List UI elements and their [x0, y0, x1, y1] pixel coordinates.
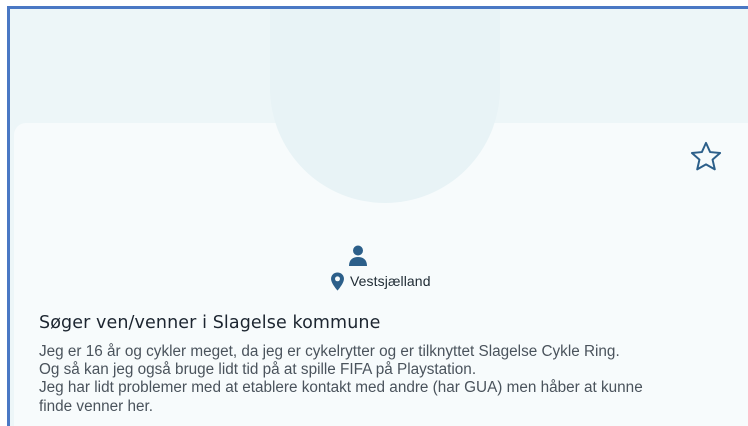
- location-label: Vestsjælland: [350, 273, 431, 289]
- description-line: Jeg er 16 år og cykler meget, da jeg er …: [39, 343, 620, 360]
- profile-description: Jeg er 16 år og cykler meget, da jeg er …: [39, 343, 739, 416]
- description-line: Og så kan jeg også bruge lidt tid på at …: [39, 361, 477, 379]
- person-icon: [349, 245, 367, 266]
- profile-title: Søger ven/venner i Slagelse kommune: [39, 313, 381, 333]
- description-line: Jeg har lidt problemer med at etablere k…: [39, 379, 643, 397]
- location: Vestsjælland: [330, 270, 431, 292]
- description-line: finde venner her.: [39, 397, 153, 415]
- favorite-star-icon[interactable]: [688, 139, 724, 175]
- map-pin-icon: [331, 271, 344, 291]
